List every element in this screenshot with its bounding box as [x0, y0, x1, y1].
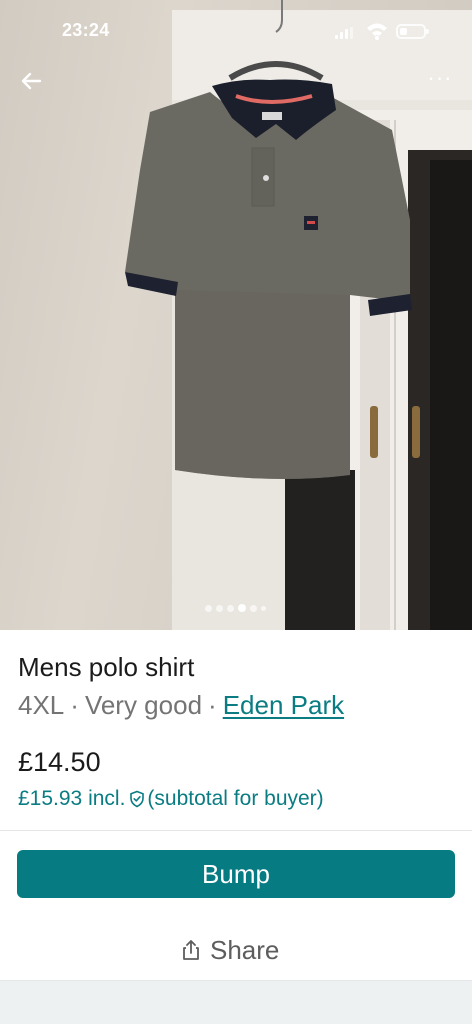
product-photo-illustration	[125, 0, 472, 630]
cellular-signal-icon	[335, 27, 355, 39]
carousel-dot[interactable]	[205, 604, 212, 612]
divider	[0, 830, 472, 831]
meta-separator: ·	[70, 690, 79, 720]
share-button[interactable]: Share	[180, 930, 279, 970]
item-meta: 4XL · Very good · Eden Park	[18, 690, 344, 721]
status-bar: 23:24	[0, 0, 472, 60]
more-options-button[interactable]: ···	[424, 65, 456, 98]
item-condition: Very good	[84, 690, 203, 720]
wifi-icon	[366, 22, 388, 40]
buyer-price: £15.93 incl.	[18, 787, 126, 810]
share-icon	[183, 940, 199, 960]
buyer-price-note: (subtotal for buyer)	[147, 787, 324, 810]
arrow-left-icon	[21, 72, 42, 90]
buyer-price-row[interactable]: £15.93 incl. (subtotal for buyer)	[18, 787, 324, 811]
item-title: Mens polo shirt	[18, 652, 195, 682]
carousel-dot-active[interactable]	[238, 604, 246, 612]
item-price: £14.50	[18, 747, 101, 777]
photo-carousel-indicator	[205, 604, 266, 612]
item-size: 4XL	[18, 690, 65, 720]
meta-separator: ·	[208, 690, 217, 720]
share-label: Share	[210, 934, 280, 965]
product-photo[interactable]: 23:24 ···	[0, 0, 472, 630]
brand-link[interactable]: Eden Park	[223, 690, 344, 720]
status-time: 23:24	[62, 20, 110, 40]
shield-icon	[130, 790, 145, 808]
back-button[interactable]	[16, 66, 46, 96]
carousel-dot[interactable]	[216, 604, 223, 612]
carousel-dot[interactable]	[227, 604, 234, 612]
battery-icon	[396, 24, 429, 39]
carousel-dot[interactable]	[250, 604, 257, 612]
bump-button[interactable]: Bump	[17, 850, 455, 898]
more-options-icon: ···	[427, 65, 453, 90]
carousel-dot[interactable]	[261, 605, 266, 611]
bottom-bar	[0, 980, 472, 1024]
